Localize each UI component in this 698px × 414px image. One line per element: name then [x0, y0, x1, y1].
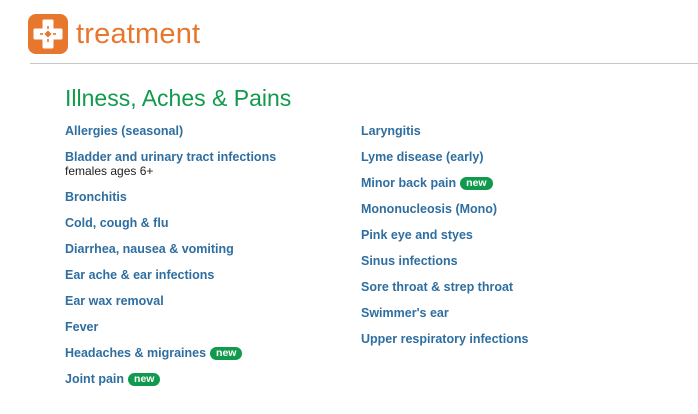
- condition-item: Diarrhea, nausea & vomiting: [65, 242, 276, 256]
- condition-item: Bladder and urinary tract infections fema…: [65, 150, 276, 178]
- condition-item: Sinus infections: [361, 254, 528, 268]
- condition-list-right: Laryngitis Lyme disease (early) Minor back…: [361, 124, 528, 358]
- condition-link[interactable]: Cold, cough & flu: [65, 216, 168, 230]
- condition-link[interactable]: Headaches & migraines: [65, 346, 206, 360]
- condition-item: Upper respiratory infections: [361, 332, 528, 346]
- brand-name[interactable]: treatment: [76, 14, 200, 54]
- condition-item: Cold, cough & flu: [65, 216, 276, 230]
- site-header: treatment: [28, 14, 200, 54]
- condition-link[interactable]: Sore throat & strep throat: [361, 280, 513, 294]
- condition-item: Ear wax removal: [65, 294, 276, 308]
- condition-item: Mononucleosis (Mono): [361, 202, 528, 216]
- condition-list-left: Allergies (seasonal) Bladder and urinary …: [65, 124, 276, 398]
- condition-link[interactable]: Bronchitis: [65, 190, 127, 204]
- condition-link[interactable]: Diarrhea, nausea & vomiting: [65, 242, 234, 256]
- condition-link[interactable]: Fever: [65, 320, 98, 334]
- condition-item: Laryngitis: [361, 124, 528, 138]
- new-badge: new: [460, 177, 493, 190]
- header-divider: [30, 63, 698, 64]
- condition-note: females ages 6+: [65, 164, 154, 178]
- condition-link[interactable]: Allergies (seasonal): [65, 124, 183, 138]
- condition-item: Allergies (seasonal): [65, 124, 276, 138]
- condition-link[interactable]: Upper respiratory infections: [361, 332, 528, 346]
- section-title: Illness, Aches & Pains: [65, 85, 292, 111]
- condition-link[interactable]: Mononucleosis (Mono): [361, 202, 497, 216]
- condition-item: Headaches & migraines new: [65, 346, 276, 360]
- condition-link[interactable]: Sinus infections: [361, 254, 458, 268]
- condition-item: Minor back pain new: [361, 176, 528, 190]
- cross-icon[interactable]: [28, 14, 68, 54]
- condition-link[interactable]: Minor back pain: [361, 176, 456, 190]
- condition-item: Joint pain new: [65, 372, 276, 386]
- condition-item: Pink eye and styes: [361, 228, 528, 242]
- condition-link[interactable]: Joint pain: [65, 372, 124, 386]
- condition-link[interactable]: Ear wax removal: [65, 294, 164, 308]
- new-badge: new: [128, 373, 161, 386]
- condition-link[interactable]: Lyme disease (early): [361, 150, 484, 164]
- condition-item: Bronchitis: [65, 190, 276, 204]
- condition-link[interactable]: Ear ache & ear infections: [65, 268, 214, 282]
- condition-link[interactable]: Laryngitis: [361, 124, 421, 138]
- condition-item: Fever: [65, 320, 276, 334]
- new-badge: new: [210, 347, 243, 360]
- condition-item: Lyme disease (early): [361, 150, 528, 164]
- condition-link[interactable]: Bladder and urinary tract infections: [65, 150, 276, 164]
- condition-link[interactable]: Swimmer's ear: [361, 306, 449, 320]
- condition-item: Swimmer's ear: [361, 306, 528, 320]
- condition-item: Ear ache & ear infections: [65, 268, 276, 282]
- condition-link[interactable]: Pink eye and styes: [361, 228, 473, 242]
- condition-item: Sore throat & strep throat: [361, 280, 528, 294]
